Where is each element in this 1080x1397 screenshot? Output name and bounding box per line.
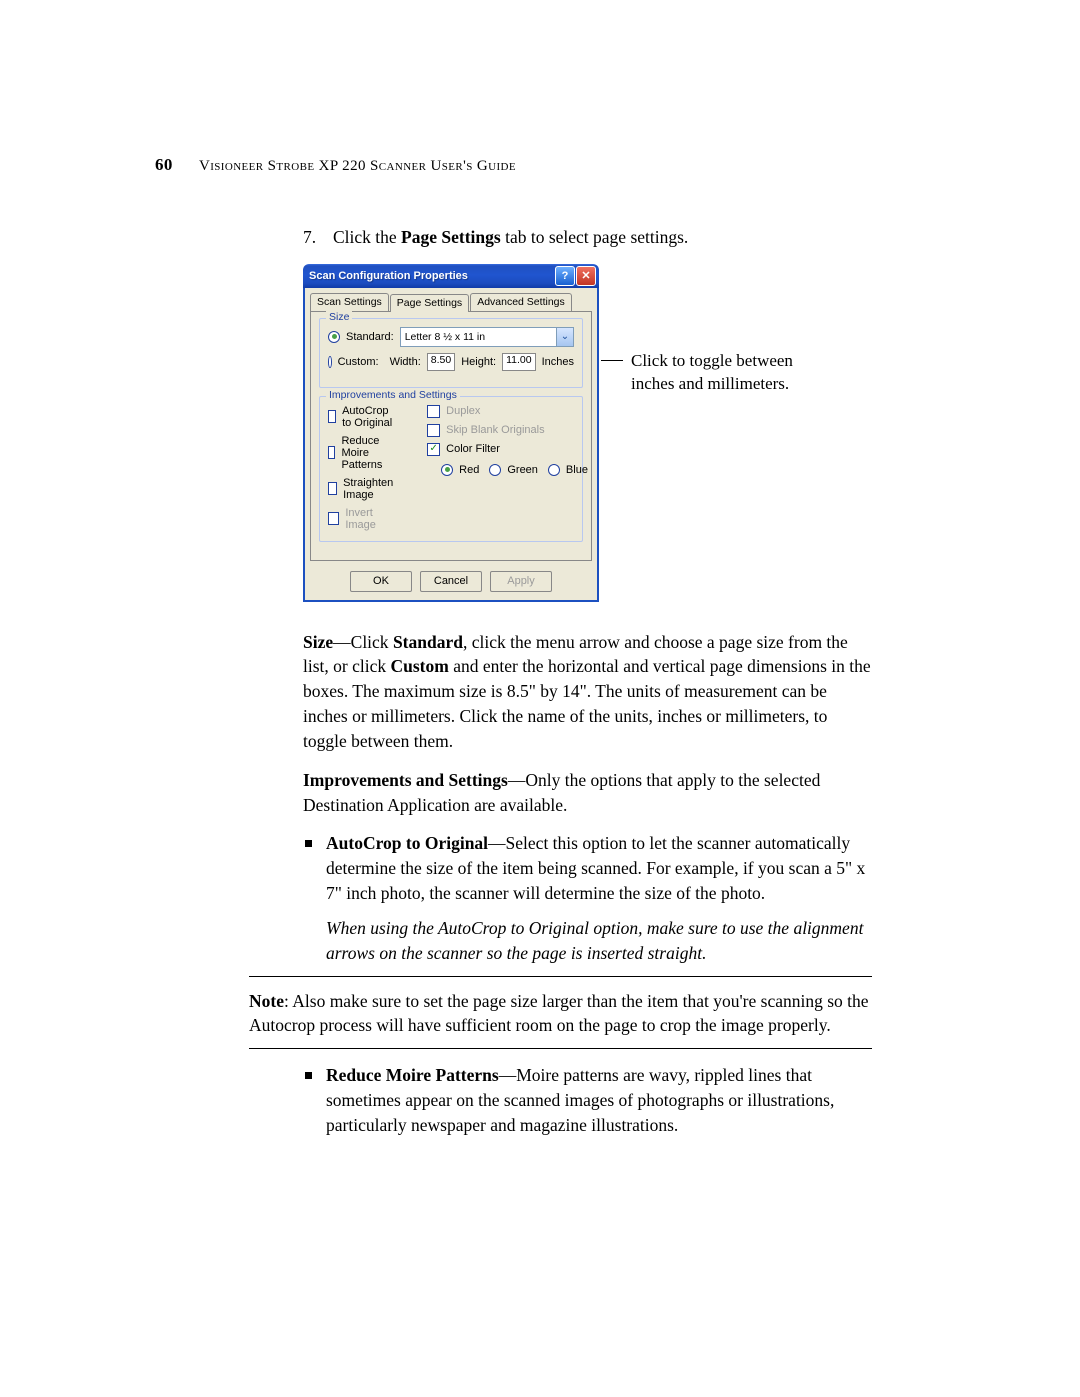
improvements-paragraph: Improvements and Settings—Only the optio… <box>303 768 872 818</box>
tab-page-settings[interactable]: Page Settings <box>390 294 469 312</box>
green-radio[interactable] <box>489 464 501 476</box>
note-block: Note: Also make sure to set the page siz… <box>249 976 872 1050</box>
close-icon[interactable]: ✕ <box>576 266 596 286</box>
size-fieldset: Size Standard: Letter 8 ½ x 11 in ⌄ <box>319 318 583 388</box>
bullet-icon <box>305 840 312 847</box>
apply-button: Apply <box>490 571 552 592</box>
skip-blank-checkbox <box>427 424 440 437</box>
tab-advanced-settings[interactable]: Advanced Settings <box>470 293 572 311</box>
tabstrip: Scan Settings Page Settings Advanced Set… <box>310 292 592 311</box>
scan-config-dialog: Scan Configuration Properties ? ✕ Scan S… <box>303 264 599 602</box>
step-7: 7. Click the Page Settings tab to select… <box>303 225 872 250</box>
tabpanel: Size Standard: Letter 8 ½ x 11 in ⌄ <box>310 311 592 561</box>
size-legend: Size <box>326 311 352 323</box>
ok-button[interactable]: OK <box>350 571 412 592</box>
color-filter-checkbox[interactable] <box>427 443 440 456</box>
blue-radio[interactable] <box>548 464 560 476</box>
improvements-legend: Improvements and Settings <box>326 389 460 401</box>
page-size-combo[interactable]: Letter 8 ½ x 11 in ⌄ <box>400 327 574 347</box>
dialog-title: Scan Configuration Properties <box>309 270 554 282</box>
improvements-fieldset: Improvements and Settings AutoCrop to Or… <box>319 396 583 542</box>
autocrop-checkbox[interactable] <box>328 410 336 423</box>
standard-label: Standard: <box>346 331 394 343</box>
size-paragraph: Size—Click Standard, click the menu arro… <box>303 630 872 754</box>
help-icon[interactable]: ? <box>555 266 575 286</box>
width-label: Width: <box>390 356 421 368</box>
step-text: Click the Page Settings tab to select pa… <box>333 225 688 250</box>
bullet-icon <box>305 1072 312 1079</box>
red-radio[interactable] <box>441 464 453 476</box>
cancel-button[interactable]: Cancel <box>420 571 482 592</box>
annotation-text: Click to toggle between inches and milli… <box>631 349 819 397</box>
page-number: 60 <box>155 155 173 174</box>
bullet-autocrop: AutoCrop to Original—Select this option … <box>303 831 872 965</box>
custom-radio[interactable] <box>328 356 332 368</box>
annotation-leader <box>601 360 623 361</box>
tab-scan-settings[interactable]: Scan Settings <box>310 293 389 311</box>
moire-checkbox[interactable] <box>328 446 335 459</box>
dialog-titlebar[interactable]: Scan Configuration Properties ? ✕ <box>303 264 599 288</box>
chevron-down-icon[interactable]: ⌄ <box>556 328 573 346</box>
duplex-checkbox <box>427 405 440 418</box>
standard-radio[interactable] <box>328 331 340 343</box>
step-number: 7. <box>303 225 333 250</box>
bullet-moire: Reduce Moire Patterns—Moire patterns are… <box>303 1063 872 1138</box>
custom-label: Custom: <box>338 356 384 368</box>
page-header: 60 Visioneer Strobe XP 220 Scanner User'… <box>155 155 872 175</box>
straighten-checkbox[interactable] <box>328 482 337 495</box>
height-label: Height: <box>461 356 496 368</box>
header-title: Visioneer Strobe XP 220 Scanner User's G… <box>199 158 516 174</box>
autocrop-italic-note: When using the AutoCrop to Original opti… <box>326 916 872 966</box>
note-paragraph: Note: Also make sure to set the page siz… <box>249 989 872 1039</box>
units-toggle[interactable]: Inches <box>542 356 574 368</box>
width-input[interactable]: 8.50 <box>427 353 455 371</box>
height-input[interactable]: 11.00 <box>502 353 536 371</box>
invert-checkbox <box>328 512 339 525</box>
